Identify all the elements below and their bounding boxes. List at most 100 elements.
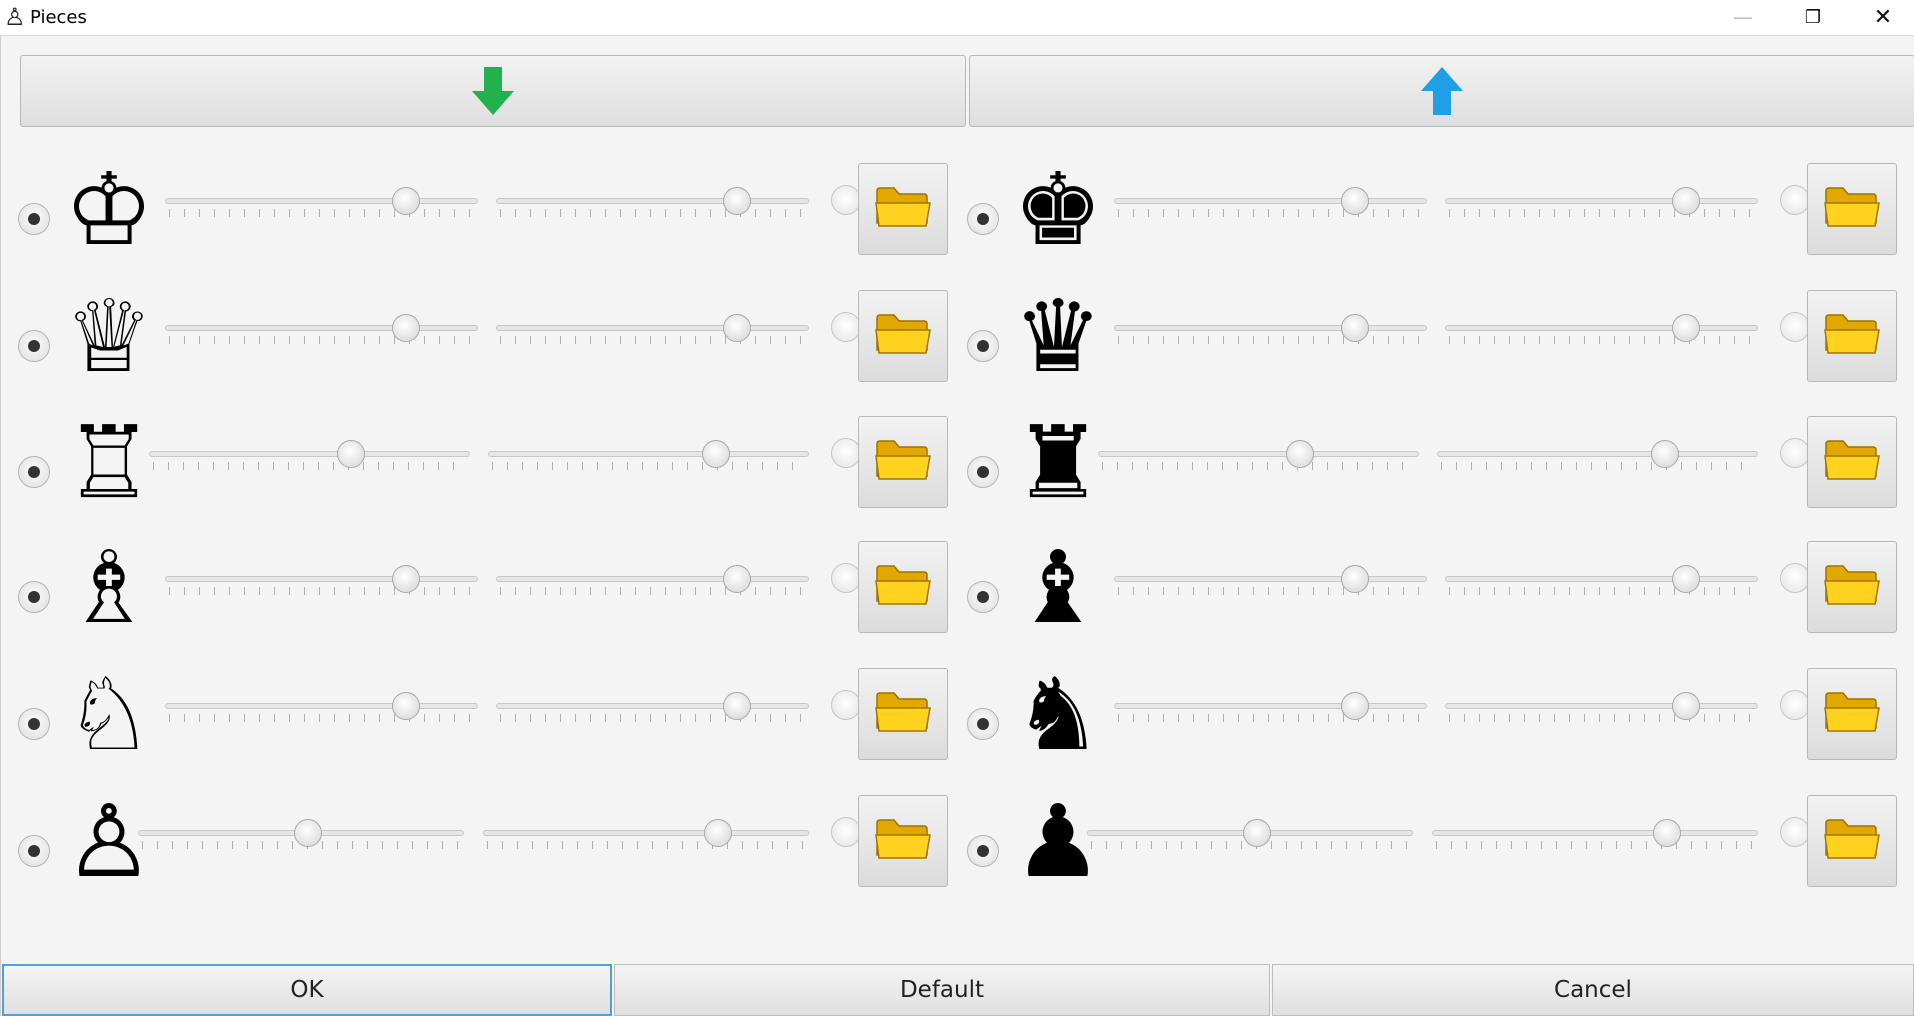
black-knight-slider-1[interactable] — [1114, 690, 1427, 724]
slider-thumb[interactable] — [392, 314, 420, 342]
slider-thumb[interactable] — [1672, 187, 1700, 215]
black-pawn-slider-2[interactable] — [1432, 817, 1758, 851]
slider-track — [496, 576, 809, 582]
black-pawn-option-radio[interactable] — [1780, 817, 1810, 847]
black-queen-browse-button[interactable] — [1807, 290, 1897, 382]
white-rook-radio[interactable] — [18, 456, 50, 488]
black-rook-slider-2[interactable] — [1437, 438, 1758, 472]
slider-thumb[interactable] — [723, 692, 751, 720]
white-king-slider-1[interactable] — [165, 185, 478, 219]
white-rook-slider-2[interactable] — [488, 438, 809, 472]
black-rook-option-radio[interactable] — [1780, 438, 1810, 468]
black-knight-browse-button[interactable] — [1807, 668, 1897, 760]
black-pawn-radio[interactable] — [967, 835, 999, 867]
black-bishop-radio[interactable] — [967, 581, 999, 613]
default-button[interactable]: Default — [614, 964, 1270, 1016]
black-pawn-browse-button[interactable] — [1807, 795, 1897, 887]
black-rook-browse-button[interactable] — [1807, 416, 1897, 508]
black-queen-option-radio[interactable] — [1780, 312, 1810, 342]
slider-ticks — [500, 336, 805, 344]
white-knight-slider-2[interactable] — [496, 690, 809, 724]
ok-button[interactable]: OK — [2, 964, 612, 1016]
slider-thumb[interactable] — [1341, 565, 1369, 593]
slider-thumb[interactable] — [392, 187, 420, 215]
slider-thumb[interactable] — [1341, 314, 1369, 342]
slider-thumb[interactable] — [701, 440, 730, 468]
slider-thumb[interactable] — [723, 565, 751, 593]
white-king-option-radio[interactable] — [831, 185, 861, 215]
slider-thumb[interactable] — [723, 187, 751, 215]
white-pawn-option-radio[interactable] — [831, 817, 861, 847]
white-king-slider-2[interactable] — [496, 185, 809, 219]
white-queen-option-radio[interactable] — [831, 312, 861, 342]
slider-thumb[interactable] — [293, 819, 322, 847]
slider-ticks — [1102, 462, 1415, 470]
black-king-option-radio[interactable] — [1780, 185, 1810, 215]
white-pawn-slider-1[interactable] — [138, 817, 464, 851]
white-rook-option-radio[interactable] — [831, 438, 861, 468]
white-king-browse-button[interactable] — [858, 163, 948, 255]
move-down-button[interactable] — [20, 55, 966, 127]
white-queen-radio[interactable] — [18, 330, 50, 362]
white-knight-radio[interactable] — [18, 708, 50, 740]
black-bishop-slider-1[interactable] — [1114, 563, 1427, 597]
black-bishop-slider-2[interactable] — [1445, 563, 1758, 597]
black-bishop-option-radio[interactable] — [1780, 563, 1810, 593]
slider-thumb[interactable] — [703, 819, 732, 847]
slider-thumb[interactable] — [1652, 819, 1681, 847]
black-king-slider-1[interactable] — [1114, 185, 1427, 219]
slider-track — [1445, 703, 1758, 709]
slider-thumb[interactable] — [1341, 187, 1369, 215]
black-bishop-browse-button[interactable] — [1807, 541, 1897, 633]
black-king-slider-2[interactable] — [1445, 185, 1758, 219]
white-queen-browse-button[interactable] — [858, 290, 948, 382]
black-king-browse-button[interactable] — [1807, 163, 1897, 255]
slider-thumb[interactable] — [1242, 819, 1271, 847]
white-king-radio[interactable] — [18, 203, 50, 235]
white-rook-icon: ♖ — [64, 404, 154, 521]
slider-thumb[interactable] — [1672, 692, 1700, 720]
black-rook-radio[interactable] — [967, 456, 999, 488]
black-pawn-slider-1[interactable] — [1087, 817, 1413, 851]
white-pawn-radio[interactable] — [18, 835, 50, 867]
white-bishop-browse-button[interactable] — [858, 541, 948, 633]
white-knight-option-radio[interactable] — [831, 690, 861, 720]
white-bishop-option-radio[interactable] — [831, 563, 861, 593]
close-button[interactable]: ✕ — [1850, 0, 1914, 34]
slider-thumb[interactable] — [1650, 440, 1679, 468]
white-bishop-radio[interactable] — [18, 581, 50, 613]
black-rook-slider-1[interactable] — [1098, 438, 1419, 472]
black-queen-slider-1[interactable] — [1114, 312, 1427, 346]
white-rook-browse-button[interactable] — [858, 416, 948, 508]
minimize-button[interactable]: — — [1710, 0, 1776, 34]
slider-thumb[interactable] — [392, 692, 420, 720]
black-knight-radio[interactable] — [967, 708, 999, 740]
black-knight-option-radio[interactable] — [1780, 690, 1810, 720]
white-pawn-slider-2[interactable] — [483, 817, 809, 851]
white-pawn-browse-button[interactable] — [858, 795, 948, 887]
restore-button[interactable]: ❐ — [1780, 0, 1846, 34]
radio-dot — [977, 340, 989, 352]
slider-track — [165, 325, 478, 331]
black-queen-slider-2[interactable] — [1445, 312, 1758, 346]
slider-thumb[interactable] — [392, 565, 420, 593]
slider-thumb[interactable] — [1672, 314, 1700, 342]
white-knight-browse-button[interactable] — [858, 668, 948, 760]
black-queen-radio[interactable] — [967, 330, 999, 362]
white-queen-slider-1[interactable] — [165, 312, 478, 346]
slider-thumb[interactable] — [1672, 565, 1700, 593]
white-bishop-slider-1[interactable] — [165, 563, 478, 597]
slider-ticks — [1436, 841, 1754, 849]
white-bishop-slider-2[interactable] — [496, 563, 809, 597]
slider-ticks — [492, 462, 805, 470]
cancel-button[interactable]: Cancel — [1272, 964, 1914, 1016]
white-queen-slider-2[interactable] — [496, 312, 809, 346]
slider-thumb[interactable] — [1341, 692, 1369, 720]
white-rook-slider-1[interactable] — [149, 438, 470, 472]
black-knight-slider-2[interactable] — [1445, 690, 1758, 724]
white-knight-slider-1[interactable] — [165, 690, 478, 724]
black-king-radio[interactable] — [967, 203, 999, 235]
slider-thumb[interactable] — [723, 314, 751, 342]
folder-icon — [1823, 438, 1881, 486]
move-up-button[interactable] — [969, 55, 1914, 127]
